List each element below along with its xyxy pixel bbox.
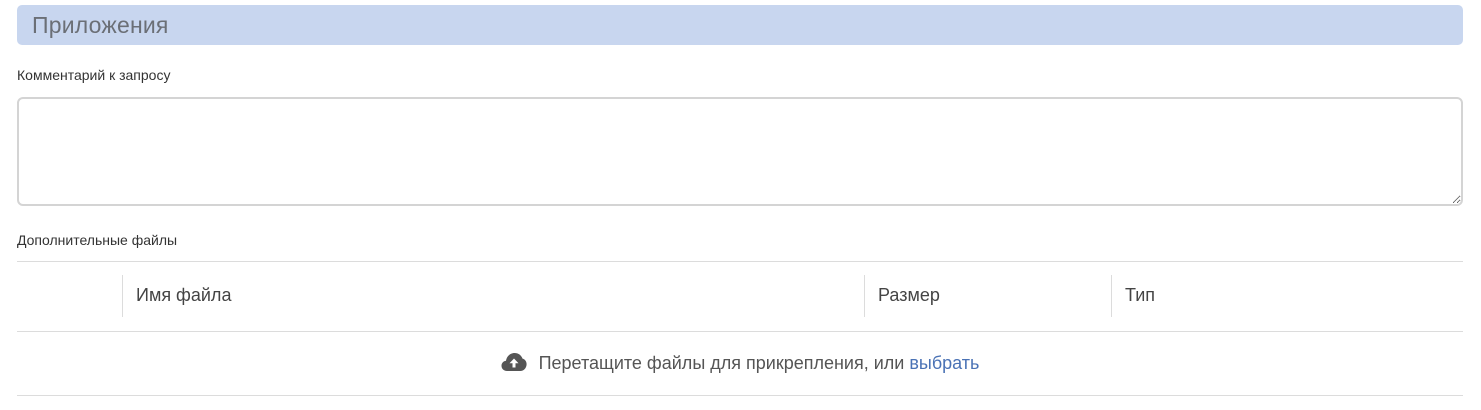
section-title: Приложения xyxy=(32,11,169,38)
table-bottom-border xyxy=(17,395,1463,396)
file-dropzone[interactable]: Перетащите файлы для прикрепления, или в… xyxy=(17,332,1463,395)
section-header: Приложения xyxy=(17,5,1463,45)
comment-textarea[interactable] xyxy=(17,97,1463,206)
cloud-upload-icon xyxy=(501,352,527,371)
table-top-border xyxy=(17,261,1463,262)
column-divider xyxy=(122,275,123,317)
column-header-filename[interactable]: Имя файла xyxy=(136,285,231,306)
column-divider xyxy=(1111,275,1112,317)
column-header-size[interactable]: Размер xyxy=(878,285,940,306)
files-label: Дополнительные файлы xyxy=(17,232,178,248)
choose-files-link[interactable]: выбрать xyxy=(909,353,979,374)
comment-label: Комментарий к запросу xyxy=(17,67,171,83)
dropzone-text: Перетащите файлы для прикрепления, или xyxy=(538,353,905,373)
column-divider xyxy=(864,275,865,317)
column-header-type[interactable]: Тип xyxy=(1125,285,1155,306)
